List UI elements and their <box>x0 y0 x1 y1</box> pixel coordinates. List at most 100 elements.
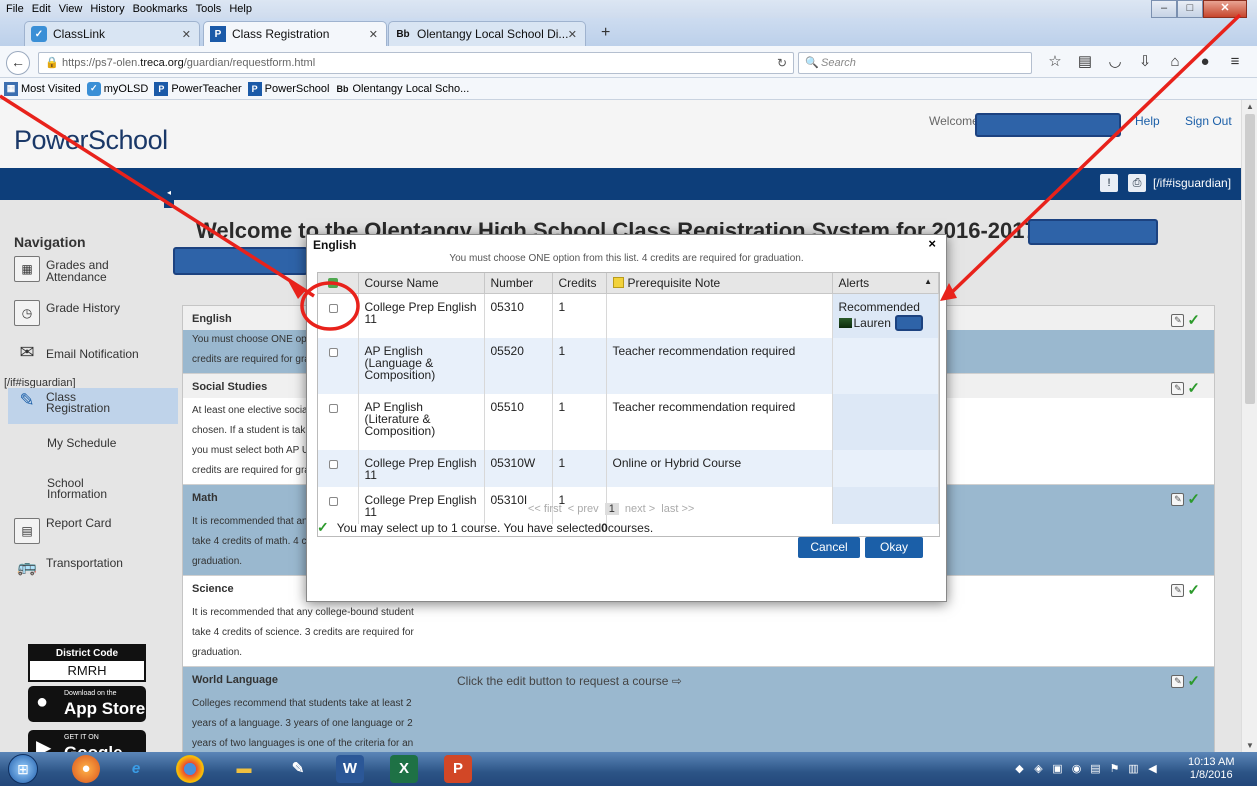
tray-icon-4[interactable]: ◉ <box>1067 762 1086 775</box>
edit-icon[interactable]: ✎ <box>1171 382 1185 395</box>
table-row[interactable]: AP English (Language & Composition) 0552… <box>318 338 939 394</box>
tab-close-icon[interactable]: ✕ <box>568 28 577 41</box>
sidebar-item-email[interactable]: ✉ Email Notification <box>14 340 138 366</box>
close-window-button[interactable]: ✕ <box>1203 0 1247 18</box>
chat-icon[interactable]: ● <box>1190 52 1220 72</box>
google-play-badge[interactable]: ▶ GET IT ON Google play <box>28 730 146 752</box>
network-icon[interactable]: ▥ <box>1124 762 1143 775</box>
pager-first[interactable]: << first <box>528 503 562 515</box>
menu-history[interactable]: History <box>86 0 128 15</box>
tray-icon-3[interactable]: ▣ <box>1048 762 1067 775</box>
course-checkbox[interactable] <box>329 404 338 413</box>
tray-icon-1[interactable]: ◆ <box>1010 762 1029 775</box>
menu-view[interactable]: View <box>55 0 87 15</box>
powerpoint-icon[interactable]: P <box>444 755 472 783</box>
hamburger-menu-icon[interactable]: ≡ <box>1220 52 1250 72</box>
sidebar-item-my-schedule[interactable]: My Schedule <box>47 436 116 450</box>
collapse-sidebar-icon[interactable]: ◂ <box>164 188 174 208</box>
bookmark-most-visited[interactable]: ▦ Most Visited <box>4 81 81 96</box>
excel-icon[interactable]: X <box>390 755 418 783</box>
select-all-header[interactable] <box>318 273 359 294</box>
sidebar-item-school-info[interactable]: School Information <box>47 477 117 500</box>
table-row[interactable]: AP English (Literature & Composition) 05… <box>318 394 939 450</box>
scroll-thumb[interactable] <box>1245 114 1255 404</box>
sign-out-link[interactable]: Sign Out <box>1185 114 1232 128</box>
bookmark-olentangy[interactable]: Bb Olentangy Local Scho... <box>336 82 470 96</box>
col-alerts[interactable]: Alerts ▲ <box>832 273 939 294</box>
sidebar-item-class-registration[interactable]: ✎ Class Registration <box>8 388 178 424</box>
bookmark-powerteacher[interactable]: P PowerTeacher <box>154 81 242 96</box>
print-icon[interactable]: ⎙ <box>1128 174 1146 192</box>
new-tab-icon[interactable]: + <box>601 24 610 42</box>
word-icon[interactable]: W <box>336 755 364 783</box>
col-course-name[interactable]: Course Name <box>358 273 485 294</box>
okay-button[interactable]: Okay <box>865 537 923 558</box>
pager-next[interactable]: next > <box>625 503 655 515</box>
chrome-icon[interactable] <box>176 755 204 783</box>
tab-close-icon[interactable]: ✕ <box>369 28 378 41</box>
maximize-button[interactable]: □ <box>1177 0 1203 18</box>
pager-last[interactable]: last >> <box>661 503 694 515</box>
bookmark-powerschool[interactable]: P PowerSchool <box>247 81 330 96</box>
menu-bookmarks[interactable]: Bookmarks <box>129 0 192 15</box>
download-icon[interactable]: ⇩ <box>1130 52 1160 72</box>
home-icon[interactable]: ⌂ <box>1160 52 1190 72</box>
table-row[interactable]: College Prep English 11 05310W 1 Online … <box>318 450 939 487</box>
tab-class-registration[interactable]: P Class Registration ✕ <box>203 21 387 46</box>
course-checkbox[interactable] <box>329 303 338 313</box>
edit-icon[interactable]: ✎ <box>1171 314 1185 327</box>
page-scrollbar[interactable]: ▲ ▼ <box>1241 100 1257 752</box>
clock[interactable]: 10:13 AM 1/8/2016 <box>1188 756 1234 782</box>
tab-classlink[interactable]: ✓ ClassLink ✕ <box>24 21 200 46</box>
menu-help[interactable]: Help <box>225 0 256 15</box>
edit-icon[interactable]: ✎ <box>1171 675 1185 688</box>
volume-icon[interactable]: ◀ <box>1143 762 1162 775</box>
ie-icon[interactable]: e <box>122 755 150 783</box>
menu-file[interactable]: File <box>0 0 28 15</box>
minimize-button[interactable]: – <box>1151 0 1177 18</box>
course-checkbox[interactable] <box>329 497 338 506</box>
sidebar-item-grade-history[interactable]: ◷ Grade History <box>14 300 120 326</box>
course-checkbox[interactable] <box>329 348 338 357</box>
menu-edit[interactable]: Edit <box>28 0 55 15</box>
reload-icon[interactable]: ↻ <box>777 56 787 70</box>
col-credits[interactable]: Credits <box>552 273 607 294</box>
reading-list-icon[interactable]: ▤ <box>1070 52 1100 72</box>
bookmark-star-icon[interactable]: ☆ <box>1040 52 1070 72</box>
alert-icon[interactable]: ! <box>1100 174 1118 192</box>
scroll-down-icon[interactable]: ▼ <box>1246 741 1254 750</box>
menu-tools[interactable]: Tools <box>192 0 226 15</box>
course-credits: 1 <box>552 394 607 450</box>
powerschool-logo[interactable]: PowerSchool <box>14 125 168 156</box>
notes-icon[interactable]: ✎ <box>284 755 312 783</box>
back-arrow-icon[interactable]: ← <box>6 51 30 75</box>
pocket-icon[interactable]: ◡ <box>1100 52 1130 72</box>
sidebar-item-transportation[interactable]: 🚌 Transportation <box>14 556 123 582</box>
course-checkbox[interactable] <box>329 460 338 469</box>
tab-close-icon[interactable]: ✕ <box>182 28 191 41</box>
close-icon[interactable]: × <box>928 236 936 251</box>
edit-icon[interactable]: ✎ <box>1171 584 1185 597</box>
cancel-button[interactable]: Cancel <box>798 537 860 558</box>
tab-olentangy[interactable]: Bb Olentangy Local School Di... ✕ <box>388 21 586 46</box>
col-number[interactable]: Number <box>484 273 553 294</box>
sidebar-item-grades[interactable]: ▦ Grades and Attendance <box>14 256 136 283</box>
col-prerequisite[interactable]: Prerequisite Note <box>606 273 833 294</box>
pager-prev[interactable]: < prev <box>568 503 599 515</box>
app-store-badge[interactable]: ● Download on the App Store <box>28 686 146 722</box>
table-row[interactable]: College Prep English 11 05310 1 Recommen… <box>318 293 939 338</box>
flag-icon[interactable]: ⚑ <box>1105 762 1124 775</box>
tray-icon-5[interactable]: ▤ <box>1086 762 1105 775</box>
edit-icon[interactable]: ✎ <box>1171 493 1185 506</box>
help-link[interactable]: Help <box>1135 114 1160 128</box>
bookmark-myolsd[interactable]: ✓ myOLSD <box>86 81 148 96</box>
edit-hint: Click the edit button to request a cours… <box>457 674 682 688</box>
folder-icon[interactable]: ▬ <box>230 755 258 783</box>
search-input[interactable]: 🔍 Search <box>798 52 1032 74</box>
tray-icon-2[interactable]: ◈ <box>1029 762 1048 775</box>
scroll-up-icon[interactable]: ▲ <box>1246 102 1254 111</box>
url-bar[interactable]: 🔒 https://ps7-olen.treca.org/guardian/re… <box>38 52 794 74</box>
start-button[interactable]: ⊞ <box>8 754 38 784</box>
sidebar-item-report-card[interactable]: ▤ Report Card <box>14 516 111 544</box>
firefox-icon[interactable]: ● <box>72 755 100 783</box>
